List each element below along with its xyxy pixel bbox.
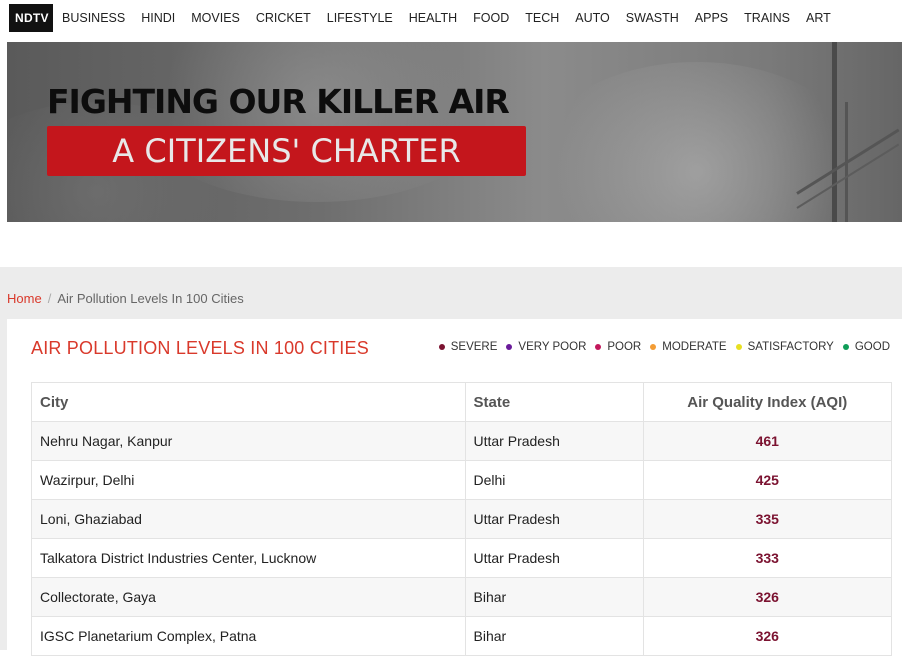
nav-links: BUSINESS HINDI MOVIES CRICKET LIFESTYLE …: [62, 11, 847, 25]
legend-dot: [595, 344, 602, 350]
nav-link-tech[interactable]: TECH: [525, 11, 559, 25]
nav-link-movies[interactable]: MOVIES: [191, 11, 240, 25]
city-cell: Talkatora District Industries Center, Lu…: [32, 538, 466, 578]
breadcrumb-separator: /: [47, 291, 52, 306]
aqi-panel: AIR POLLUTION LEVELS IN 100 CITIES SEVER…: [7, 319, 902, 656]
legend-label: MODERATE: [662, 341, 727, 353]
legend-dot: [650, 344, 657, 350]
nav-link-auto[interactable]: AUTO: [575, 11, 610, 25]
aqi-cell: 461: [643, 421, 891, 461]
aqi-cell: 333: [643, 538, 891, 578]
table-row: Talkatora District Industries Center, Lu…: [32, 538, 891, 578]
aqi-cell: 326: [643, 577, 891, 617]
state-cell: Uttar Pradesh: [465, 538, 644, 578]
legend-label: POOR: [607, 341, 642, 353]
smog-haze: [527, 62, 867, 222]
nav-link-lifestyle[interactable]: LIFESTYLE: [327, 11, 393, 25]
city-cell: Collectorate, Gaya: [32, 577, 466, 617]
legend-label: VERY POOR: [518, 341, 587, 353]
aqi-cell: 425: [643, 460, 891, 500]
aqi-table: City State Air Quality Index (AQI) Nehru…: [32, 383, 891, 656]
legend-item-poor: POOR: [595, 341, 641, 353]
legend-label: GOOD: [854, 341, 890, 353]
nav-link-swasth[interactable]: SWASTH: [626, 11, 679, 25]
nav-link-trains[interactable]: TRAINS: [744, 11, 790, 25]
legend-dot: [842, 344, 849, 350]
legend-item-satisfactory: SATISFACTORY: [735, 341, 834, 353]
banner-subheadline-box: A CITIZENS' CHARTER: [47, 126, 526, 176]
aqi-table-wrapper: City State Air Quality Index (AQI) Nehru…: [31, 382, 892, 656]
legend-dot: [438, 344, 445, 350]
state-cell: Uttar Pradesh: [465, 421, 644, 461]
column-header-aqi[interactable]: Air Quality Index (AQI): [643, 383, 891, 422]
breadcrumb-current: Air Pollution Levels In 100 Cities: [57, 291, 244, 306]
column-header-state[interactable]: State: [465, 383, 644, 422]
city-cell: Nehru Nagar, Kanpur: [32, 421, 466, 461]
legend-item-moderate: MODERATE: [650, 341, 727, 353]
nav-link-art[interactable]: ART: [806, 11, 831, 25]
nav-link-business[interactable]: BUSINESS: [62, 11, 125, 25]
breadcrumb-home-link[interactable]: Home: [7, 291, 42, 306]
aqi-legend: SEVERE VERY POOR POOR MODERATE SATISFACT…: [430, 341, 890, 353]
nav-link-hindi[interactable]: HINDI: [141, 11, 175, 25]
table-row: Nehru Nagar, Kanpur Uttar Pradesh 461: [32, 421, 891, 461]
banner-subheadline: A CITIZENS' CHARTER: [112, 132, 461, 170]
street-pole: [832, 42, 837, 222]
table-row: Loni, Ghaziabad Uttar Pradesh 335: [32, 499, 891, 539]
table-header-row: City State Air Quality Index (AQI): [32, 383, 891, 422]
nav-link-apps[interactable]: APPS: [695, 11, 728, 25]
banner-headline: FIGHTING OUR KILLER AIR: [47, 82, 510, 121]
ndtv-logo[interactable]: NDTV: [9, 4, 53, 32]
city-cell: Loni, Ghaziabad: [32, 499, 466, 539]
campaign-banner[interactable]: FIGHTING OUR KILLER AIR A CITIZENS' CHAR…: [7, 42, 902, 222]
legend-label: SEVERE: [450, 341, 498, 353]
legend-label: SATISFACTORY: [747, 341, 834, 353]
nav-link-cricket[interactable]: CRICKET: [256, 11, 311, 25]
legend-dot: [735, 344, 742, 350]
nav-link-health[interactable]: HEALTH: [409, 11, 457, 25]
state-cell: Uttar Pradesh: [465, 499, 644, 539]
column-header-city[interactable]: City: [32, 383, 466, 422]
aqi-cell: 335: [643, 499, 891, 539]
breadcrumb: Home / Air Pollution Levels In 100 Cities: [7, 291, 244, 306]
legend-dot: [506, 344, 513, 350]
table-row: Collectorate, Gaya Bihar 326: [32, 577, 891, 617]
legend-item-good: GOOD: [842, 341, 890, 353]
top-nav: NDTV BUSINESS HINDI MOVIES CRICKET LIFES…: [0, 0, 902, 36]
legend-item-very-poor: VERY POOR: [506, 341, 586, 353]
city-cell: Wazirpur, Delhi: [32, 460, 466, 500]
state-cell: Bihar: [465, 577, 644, 617]
state-cell: Delhi: [465, 460, 644, 500]
legend-item-severe: SEVERE: [438, 341, 498, 353]
nav-link-food[interactable]: FOOD: [473, 11, 509, 25]
page-title: AIR POLLUTION LEVELS IN 100 CITIES: [31, 338, 369, 358]
table-row: Wazirpur, Delhi Delhi 425: [32, 460, 891, 500]
